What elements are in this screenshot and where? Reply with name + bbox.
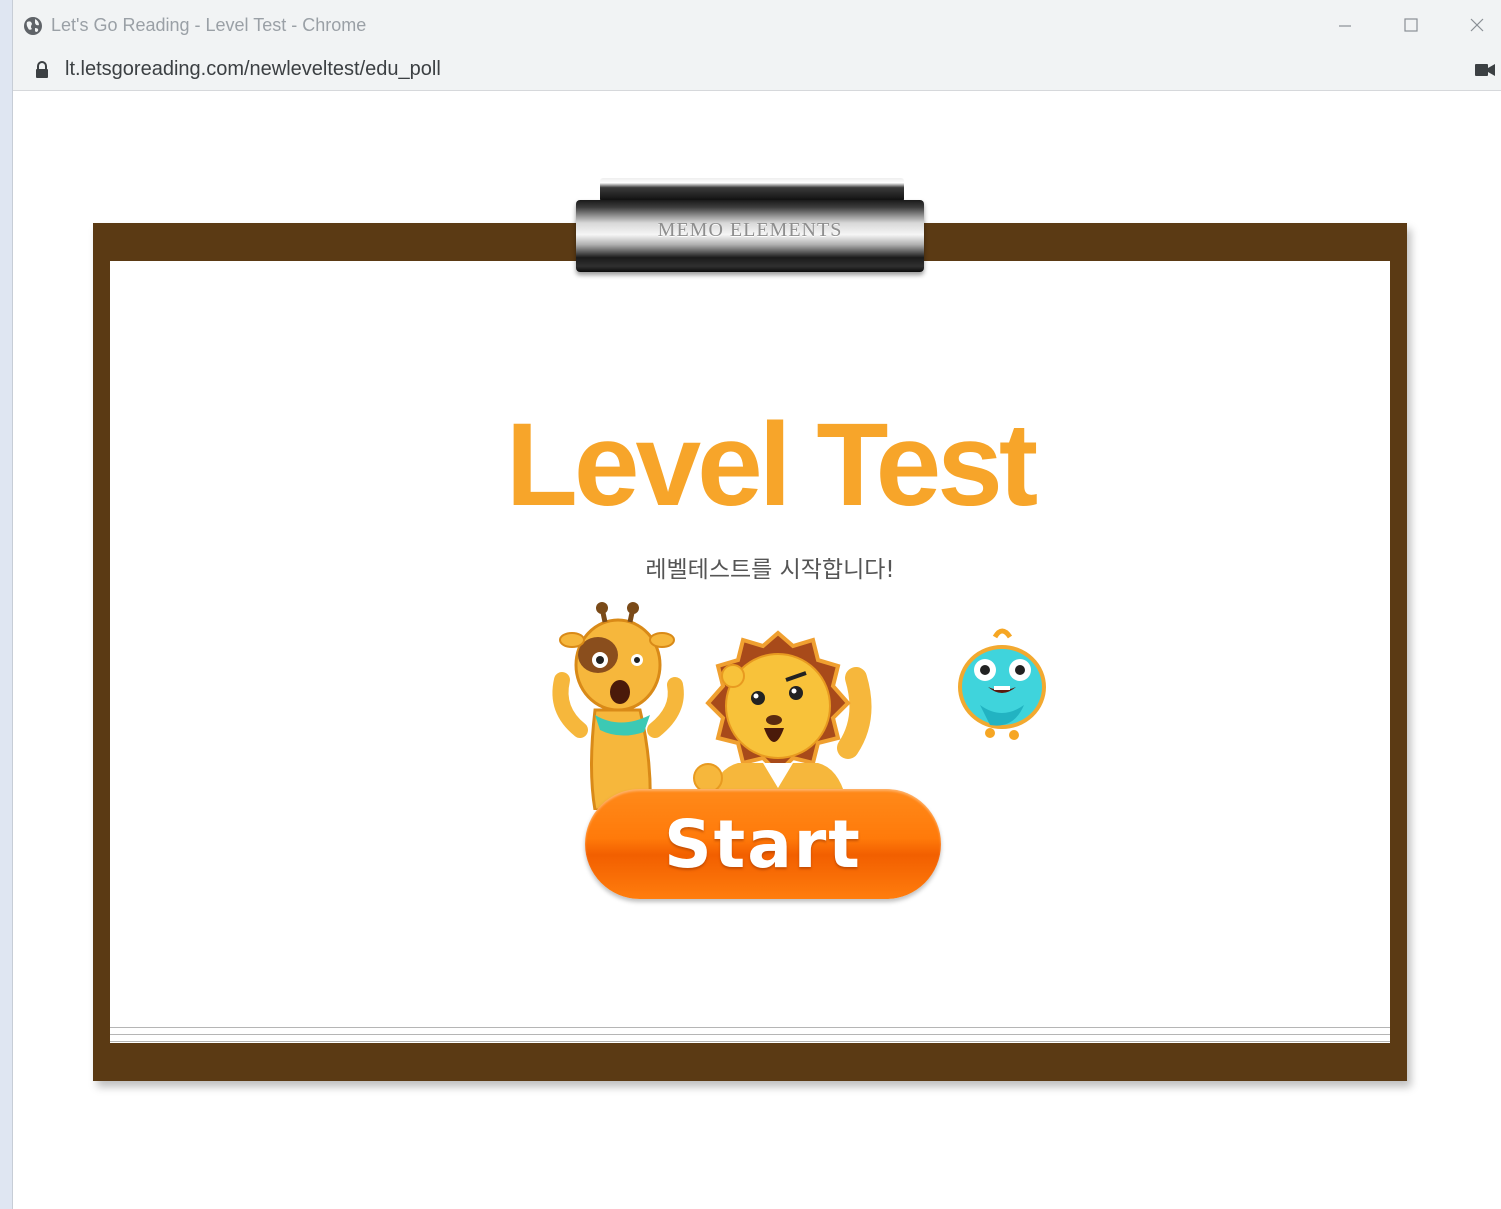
title-bar: Let's Go Reading - Level Test - Chrome bbox=[13, 0, 1501, 51]
paper-stack bbox=[110, 1025, 1390, 1043]
clip-label: MEMO ELEMENTS bbox=[657, 219, 843, 241]
lock-icon[interactable] bbox=[35, 61, 49, 79]
lion-mascot bbox=[693, 630, 872, 798]
clip-hinge bbox=[600, 178, 904, 202]
minimize-button[interactable] bbox=[1325, 8, 1365, 42]
start-message: 레벨테스트를 시작합니다! bbox=[645, 557, 895, 583]
page-title: Level Test bbox=[505, 399, 1038, 531]
window-title: Let's Go Reading - Level Test - Chrome bbox=[51, 15, 367, 35]
owl-mascot bbox=[958, 628, 1046, 740]
address-bar[interactable]: lt.letsgoreading.com/newleveltest/edu_po… bbox=[13, 50, 1501, 91]
url-text[interactable]: lt.letsgoreading.com/newleveltest/edu_po… bbox=[65, 58, 441, 81]
maximize-icon bbox=[1404, 18, 1418, 32]
giraffe-mascot bbox=[552, 602, 684, 810]
desktop-edge bbox=[0, 0, 12, 1209]
clipboard-clip: MEMO ELEMENTS bbox=[576, 200, 924, 272]
camera-icon[interactable] bbox=[1475, 63, 1495, 77]
start-button[interactable]: Start bbox=[585, 789, 941, 899]
close-icon bbox=[1470, 18, 1484, 32]
globe-icon bbox=[24, 17, 42, 35]
maximize-button[interactable] bbox=[1391, 8, 1431, 42]
close-button[interactable] bbox=[1457, 8, 1497, 42]
minimize-icon bbox=[1339, 25, 1351, 27]
start-button-label: Start bbox=[664, 805, 862, 883]
